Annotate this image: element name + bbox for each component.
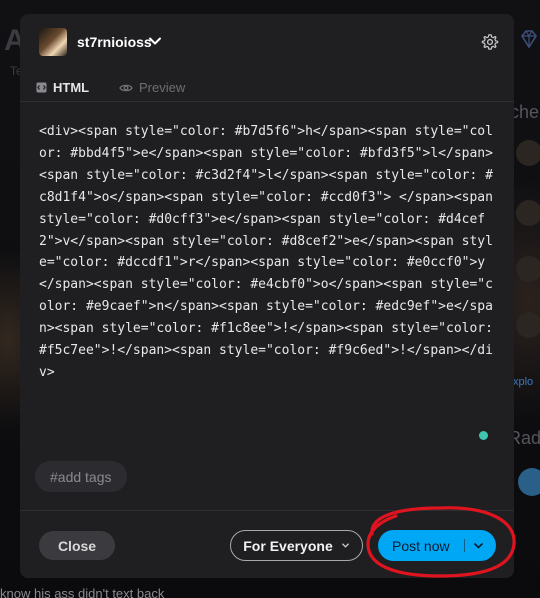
eye-icon bbox=[119, 84, 133, 91]
background-section-title: che bbox=[510, 102, 540, 122]
audience-dropdown[interactable]: For Everyone bbox=[230, 530, 363, 561]
tab-preview[interactable]: Preview bbox=[119, 80, 185, 95]
html-code-text[interactable]: <div><span style="color: #b7d5f6">h</spa… bbox=[39, 121, 495, 384]
background-blue-avatar bbox=[518, 468, 540, 496]
profile-avatar[interactable] bbox=[39, 28, 67, 56]
chevron-down-icon[interactable] bbox=[148, 34, 162, 48]
post-button-divider bbox=[464, 539, 465, 552]
background-thumbnail bbox=[516, 312, 540, 338]
post-now-button[interactable]: Post now bbox=[378, 530, 496, 561]
close-button[interactable]: Close bbox=[39, 531, 115, 560]
background-thumbnail bbox=[516, 256, 540, 282]
audience-label: For Everyone bbox=[243, 537, 333, 554]
background-thumbnail bbox=[516, 140, 540, 166]
chevron-down-icon[interactable] bbox=[472, 539, 485, 552]
footer-divider bbox=[20, 510, 514, 511]
chevron-down-icon bbox=[341, 543, 349, 548]
add-tags-input[interactable]: #add tags bbox=[35, 461, 127, 492]
gear-icon[interactable] bbox=[481, 33, 499, 51]
html-editor[interactable]: <div><span style="color: #b7d5f6">h</spa… bbox=[20, 102, 514, 458]
post-composer-modal: st7rnioioss HTML Preview <div><span styl… bbox=[20, 14, 514, 578]
editor-status-dot bbox=[479, 431, 488, 440]
background-explore-link[interactable]: xplo bbox=[513, 376, 533, 388]
tab-preview-label: Preview bbox=[139, 80, 186, 95]
editor-mode-tabs: HTML Preview bbox=[20, 72, 514, 102]
blog-name[interactable]: st7rnioioss bbox=[77, 34, 152, 50]
post-now-label: Post now bbox=[392, 538, 450, 554]
tab-html-label: HTML bbox=[53, 80, 90, 95]
background-post-text: know his ass didn't text back bbox=[0, 586, 165, 598]
html-icon bbox=[36, 82, 47, 93]
tab-html[interactable]: HTML bbox=[36, 80, 89, 95]
composer-header: st7rnioioss bbox=[20, 14, 514, 72]
gem-icon[interactable] bbox=[518, 28, 540, 50]
background-thumbnail bbox=[516, 200, 540, 226]
